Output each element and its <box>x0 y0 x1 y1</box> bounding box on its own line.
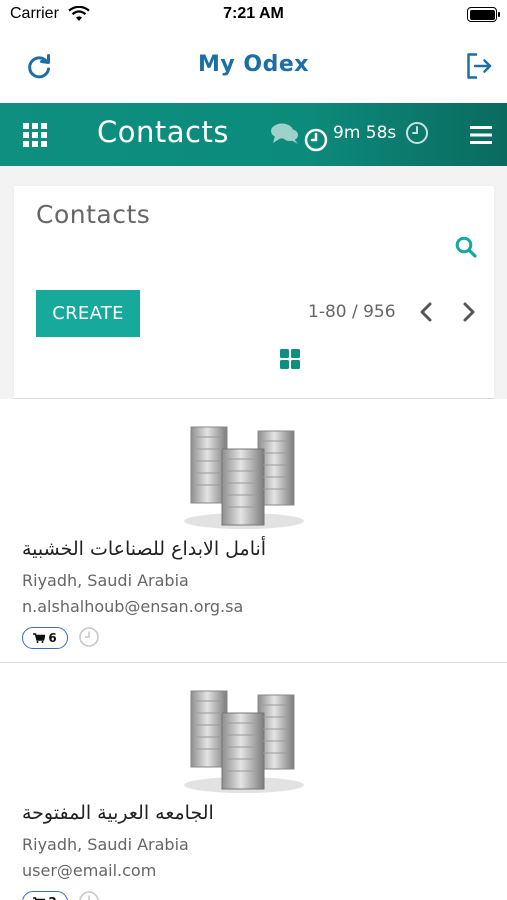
search-icon[interactable] <box>455 236 477 258</box>
status-bar: Carrier 7:21 AM <box>0 0 507 32</box>
app-title: My Odex <box>198 52 309 77</box>
company-buildings-icon <box>184 690 304 793</box>
pager-value: 1-80 / 956 <box>308 302 396 322</box>
activity-clock-icon[interactable] <box>78 626 100 648</box>
control-panel: Contacts CREATE 1-80 / 956 <box>14 186 494 398</box>
contact-card[interactable]: الجامعه العربية المفتوحة Riyadh, Saudi A… <box>0 663 507 900</box>
contact-email: n.alshalhoub@ensan.org.sa <box>22 597 244 616</box>
module-title: Contacts <box>97 115 229 149</box>
clock-icon[interactable] <box>405 121 429 145</box>
contact-city: Riyadh, Saudi Arabia <box>22 835 189 854</box>
cart-badge[interactable]: 2 <box>22 891 68 900</box>
contact-name: الجامعه العربية المفتوحة <box>22 802 214 824</box>
logout-icon[interactable] <box>464 51 494 81</box>
kanban-view-icon[interactable] <box>279 348 301 370</box>
cart-badge[interactable]: 6 <box>22 627 68 649</box>
contact-email: user@email.com <box>22 861 157 880</box>
company-buildings-icon <box>184 426 304 529</box>
cart-count: 6 <box>48 631 57 645</box>
breadcrumb-title: Contacts <box>36 200 151 229</box>
activity-clock-icon[interactable] <box>78 890 100 900</box>
contact-city: Riyadh, Saudi Arabia <box>22 571 189 590</box>
status-time: 7:21 AM <box>223 5 284 22</box>
contact-card[interactable]: أنامل الابداع للصناعات الخشبية Riyadh, S… <box>0 399 507 662</box>
module-toolbar: Contacts 9m 58s <box>0 103 507 166</box>
contact-name: أنامل الابداع للصناعات الخشبية <box>22 538 267 560</box>
battery-icon <box>467 7 500 22</box>
cart-count: 2 <box>48 895 56 900</box>
chat-icon[interactable] <box>270 122 300 146</box>
chevron-right-icon[interactable] <box>459 301 479 323</box>
cart-icon <box>33 633 46 643</box>
apps-grid-icon[interactable] <box>22 122 48 148</box>
chevron-left-icon[interactable] <box>416 301 436 323</box>
create-button[interactable]: CREATE <box>36 290 140 337</box>
timer-text: 9m 58s <box>333 123 397 143</box>
timer-icon <box>304 128 328 152</box>
hamburger-menu-icon[interactable] <box>470 125 492 145</box>
app-header: My Odex <box>0 32 507 102</box>
